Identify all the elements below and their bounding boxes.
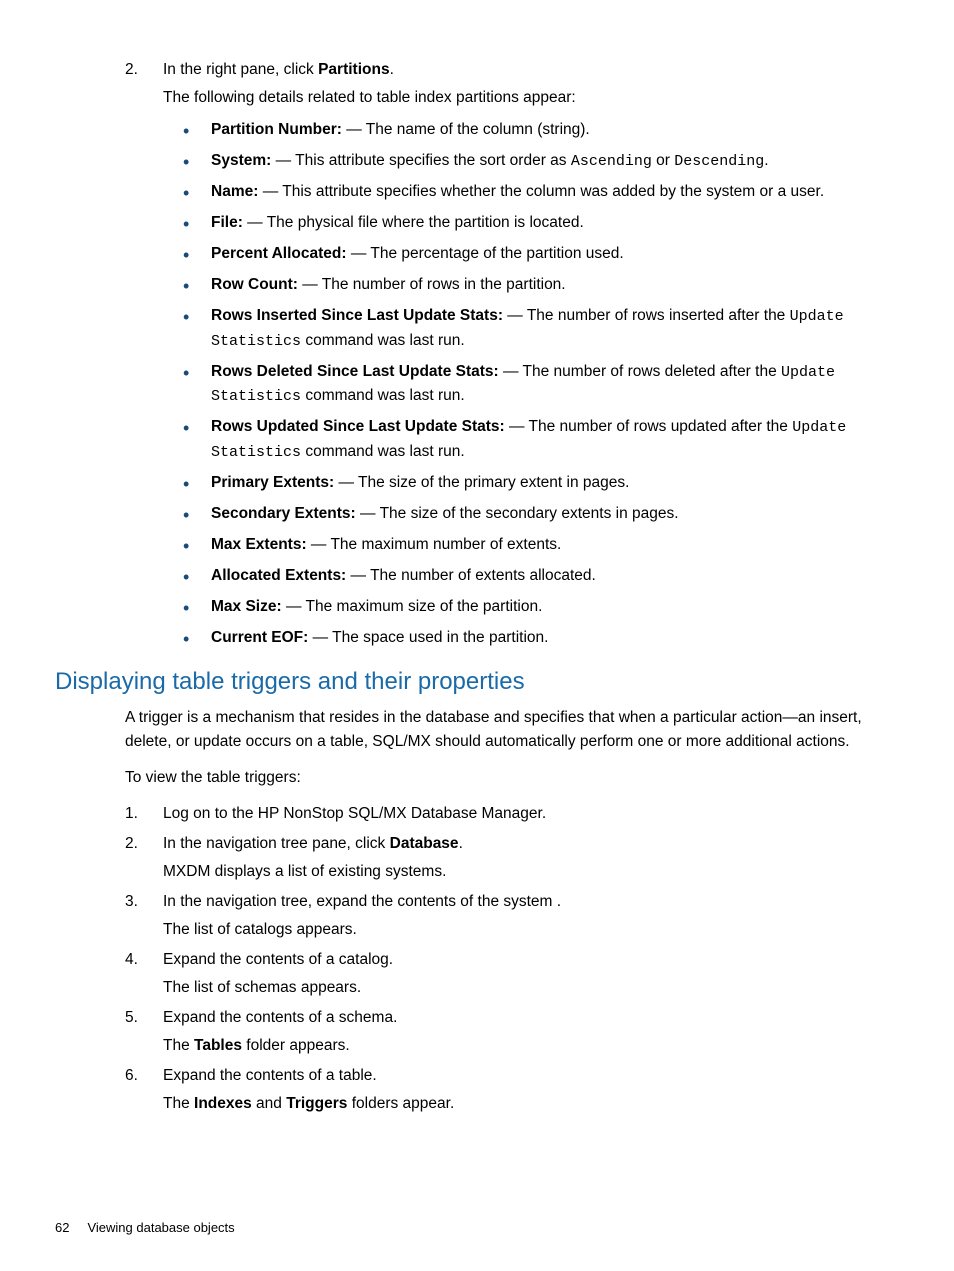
list-item: System: — This attribute specifies the s…: [183, 149, 899, 173]
lead-text: To view the table triggers:: [125, 766, 899, 790]
list-item: Secondary Extents: — The size of the sec…: [183, 502, 899, 526]
list-item: Name: — This attribute specifies whether…: [183, 180, 899, 204]
list-item: Row Count: — The number of rows in the p…: [183, 273, 899, 297]
step-number: 2.: [125, 58, 138, 82]
step-item: 2. In the navigation tree pane, click Da…: [125, 832, 899, 884]
intro-paragraph: A trigger is a mechanism that resides in…: [125, 706, 899, 754]
list-item: Allocated Extents: — The number of exten…: [183, 564, 899, 588]
page-footer: 62 Viewing database objects: [55, 1220, 235, 1235]
top-content: 2. In the right pane, click Partitions. …: [55, 58, 899, 650]
step-item: 6. Expand the contents of a table. The I…: [125, 1064, 899, 1116]
step-item: 4. Expand the contents of a catalog. The…: [125, 948, 899, 1000]
list-item: File: — The physical file where the part…: [183, 211, 899, 235]
step-item: 3. In the navigation tree, expand the co…: [125, 890, 899, 942]
list-item: Current EOF: — The space used in the par…: [183, 626, 899, 650]
list-item: Percent Allocated: — The percentage of t…: [183, 242, 899, 266]
step-2: 2. In the right pane, click Partitions. …: [125, 58, 899, 650]
list-item: Rows Deleted Since Last Update Stats: — …: [183, 360, 899, 409]
page-number: 62: [55, 1220, 69, 1235]
step-item: 5. Expand the contents of a schema. The …: [125, 1006, 899, 1058]
footer-title: Viewing database objects: [87, 1220, 234, 1235]
step-subtext: The following details related to table i…: [163, 86, 899, 110]
list-item: Primary Extents: — The size of the prima…: [183, 471, 899, 495]
partition-details-list: Partition Number: — The name of the colu…: [163, 118, 899, 650]
step-item: 1. Log on to the HP NonStop SQL/MX Datab…: [125, 802, 899, 826]
list-item: Max Extents: — The maximum number of ext…: [183, 533, 899, 557]
list-item: Partition Number: — The name of the colu…: [183, 118, 899, 142]
trigger-steps: 1. Log on to the HP NonStop SQL/MX Datab…: [125, 802, 899, 1116]
list-item: Rows Updated Since Last Update Stats: — …: [183, 415, 899, 464]
list-item: Max Size: — The maximum size of the part…: [183, 595, 899, 619]
list-item: Rows Inserted Since Last Update Stats: —…: [183, 304, 899, 353]
step-text: In the right pane, click Partitions.: [163, 61, 394, 78]
section-body: A trigger is a mechanism that resides in…: [55, 706, 899, 1116]
section-heading-triggers: Displaying table triggers and their prop…: [55, 668, 899, 696]
